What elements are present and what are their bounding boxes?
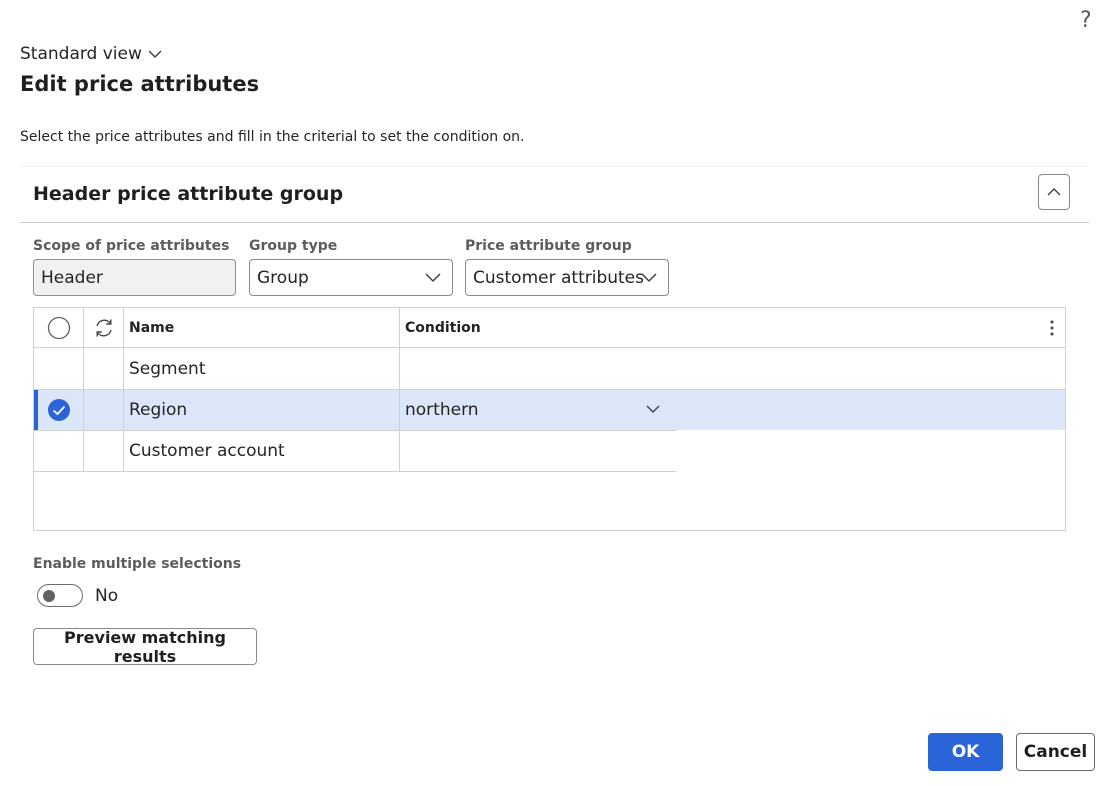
more-vertical-icon <box>1050 320 1054 335</box>
instructions-text: Select the price attributes and fill in … <box>20 129 525 145</box>
chevron-up-icon <box>1047 188 1061 196</box>
row-name-cell: Customer account <box>129 440 285 461</box>
view-selector[interactable]: Standard view <box>20 44 162 64</box>
row-name-cell: Region <box>129 399 188 420</box>
group-type-label: Group type <box>249 238 338 254</box>
row-condition-cell[interactable] <box>405 349 675 389</box>
scope-field: Header <box>33 259 236 296</box>
price-attribute-group-label: Price attribute group <box>465 238 632 254</box>
row-name-cell: Segment <box>129 359 206 379</box>
row-condition-value: northern <box>405 399 479 420</box>
toggle-knob <box>43 590 55 602</box>
ok-button[interactable]: OK <box>928 733 1003 771</box>
table-row[interactable]: Segment <box>34 349 1065 389</box>
chevron-down-icon <box>148 50 162 59</box>
scope-label: Scope of price attributes <box>33 238 230 254</box>
price-attributes-grid: Name Condition Segment Region northern C… <box>33 307 1066 531</box>
row-condition-dropdown[interactable]: northern <box>405 389 675 430</box>
radio-circle-icon <box>47 316 71 339</box>
multi-select-label: Enable multiple selections <box>33 556 242 572</box>
cancel-button[interactable]: Cancel <box>1016 733 1095 771</box>
help-icon[interactable]: ? <box>1080 8 1092 33</box>
multi-select-toggle[interactable] <box>37 584 83 607</box>
collapse-section-button[interactable] <box>1038 174 1070 210</box>
chevron-down-icon <box>641 273 657 283</box>
refresh-button[interactable] <box>84 308 124 347</box>
price-attribute-group-value: Customer attributes <box>473 267 644 288</box>
preview-matching-results-button[interactable]: Preview matching results <box>33 628 257 666</box>
row-select-checkbox[interactable] <box>34 389 84 430</box>
section-divider <box>20 222 1089 223</box>
select-all-checkbox[interactable] <box>34 308 84 347</box>
page-title: Edit price attributes <box>20 72 260 96</box>
section-title: Header price attribute group <box>33 183 344 205</box>
checkmark-circle-icon <box>48 398 70 421</box>
multi-select-value: No <box>95 586 119 606</box>
column-header-name[interactable]: Name <box>129 308 399 347</box>
row-condition-cell[interactable] <box>405 430 675 471</box>
grid-more-options-button[interactable] <box>1040 308 1064 347</box>
refresh-icon <box>96 319 112 336</box>
column-header-condition[interactable]: Condition <box>405 308 705 347</box>
grid-line <box>34 471 676 472</box>
section-top-divider <box>20 166 1088 167</box>
group-type-select[interactable]: Group <box>249 259 453 296</box>
chevron-down-icon <box>425 273 441 283</box>
group-type-value: Group <box>257 267 309 288</box>
chevron-down-icon <box>646 405 660 413</box>
view-selector-label: Standard view <box>20 44 142 64</box>
table-row[interactable]: Customer account <box>34 430 1065 471</box>
table-row[interactable]: Region northern <box>34 389 1065 430</box>
grid-header-row: Name Condition <box>34 308 1065 348</box>
scope-value: Header <box>41 267 103 288</box>
price-attribute-group-select[interactable]: Customer attributes <box>465 259 669 296</box>
